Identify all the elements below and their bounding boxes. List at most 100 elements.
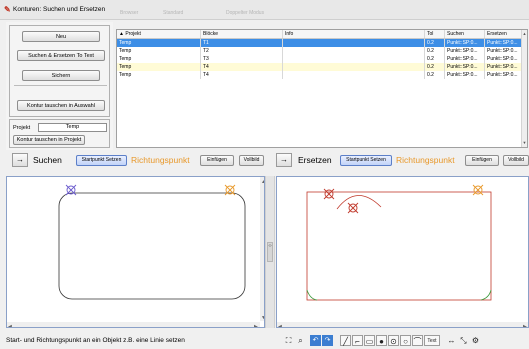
scroll-up-icon[interactable]: ▲ bbox=[522, 31, 527, 36]
table-row[interactable]: Temp T2 0.2 Punkt::SP:0... Punkt::SP:0..… bbox=[117, 47, 527, 55]
ersetzen-corner-br bbox=[480, 289, 492, 301]
ersetzen-arrow-button[interactable]: → bbox=[276, 153, 292, 167]
col-info[interactable]: Info bbox=[283, 30, 425, 38]
table-row[interactable]: Temp T3 0.2 Punkt::SP:0... Punkt::SP:0..… bbox=[117, 55, 527, 63]
table-row[interactable]: Temp T1 0.2 Punkt::SP:0... Punkt::SP:0..… bbox=[117, 39, 527, 47]
cell-suchen: Punkt::SP:0... bbox=[445, 63, 485, 71]
tool-icon: ✎ bbox=[4, 5, 11, 14]
cell-ersetzen: Punkt::SP:0... bbox=[485, 71, 523, 79]
suchen-ersetzen-to-text-button[interactable]: Suchen & Ersetzen To Text bbox=[17, 50, 105, 61]
splitter[interactable]: ‹› bbox=[265, 176, 275, 328]
cell-suchen: Punkt::SP:0... bbox=[445, 39, 485, 47]
startpunkt-marker-icon bbox=[65, 184, 77, 196]
cell-bloecke: T3 bbox=[201, 55, 283, 63]
col-ersetzen[interactable]: Ersetzen bbox=[485, 30, 523, 38]
richtungspunkt-marker-icon bbox=[347, 202, 359, 214]
projekt-input[interactable]: Temp bbox=[38, 123, 107, 132]
cell-suchen: Punkt::SP:0... bbox=[445, 71, 485, 79]
suchen-einfuegen-button[interactable]: Einfügen bbox=[200, 155, 234, 166]
cell-tol: 0.2 bbox=[425, 47, 445, 55]
scroll-down-icon[interactable]: ▼ bbox=[522, 140, 527, 145]
line-icon[interactable]: ╱ bbox=[340, 335, 351, 346]
select-icon[interactable]: ⤡ bbox=[458, 335, 469, 346]
ersetzen-startpunkt-button[interactable]: Startpunkt Setzen bbox=[340, 155, 392, 166]
suchen-richtungspunkt-label[interactable]: Richtungspunkt bbox=[131, 155, 190, 166]
scroll-left-icon[interactable]: ◀ bbox=[278, 324, 282, 328]
cell-tol: 0.2 bbox=[425, 63, 445, 71]
arc-icon[interactable]: ⌒ bbox=[412, 335, 423, 346]
table-row[interactable]: Temp T4 0.2 Punkt::SP:0... Punkt::SP:0..… bbox=[117, 63, 527, 71]
circle-point-icon[interactable]: ⊙ bbox=[388, 335, 399, 346]
kontur-tauschen-projekt-button[interactable]: Kontur tauschen in Projekt bbox=[13, 135, 85, 145]
zoom-icon[interactable]: ⌕ bbox=[295, 335, 306, 346]
faded-standard: Standard bbox=[163, 10, 184, 16]
redo-icon[interactable]: ↷ bbox=[322, 335, 333, 346]
results-table[interactable]: ▲ Projekt Blöcke Info Tol Suchen Ersetze… bbox=[116, 29, 528, 148]
kontur-tauschen-auswahl-button[interactable]: Kontur tauschen in Auswahl bbox=[17, 100, 105, 111]
suchen-hscroll[interactable] bbox=[7, 322, 260, 328]
ersetzen-einfuegen-button[interactable]: Einfügen bbox=[465, 155, 499, 166]
scroll-left-icon[interactable]: ◀ bbox=[8, 324, 12, 328]
ersetzen-contour bbox=[306, 191, 492, 301]
ersetzen-corner-bl bbox=[306, 289, 318, 301]
cell-info bbox=[283, 71, 425, 79]
settings-icon[interactable]: ⚙ bbox=[470, 335, 481, 346]
faded-browser: Browser bbox=[120, 10, 139, 16]
projekt-group: Projekt Temp Kontur tauschen in Projekt bbox=[9, 119, 110, 148]
cell-ersetzen: Punkt::SP:0... bbox=[485, 63, 523, 71]
ersetzen-canvas[interactable]: ◀ ▶ bbox=[276, 176, 529, 328]
circle-icon[interactable]: ○ bbox=[400, 335, 411, 346]
col-bloecke[interactable]: Blöcke bbox=[201, 30, 283, 38]
polyline-icon[interactable]: ⌐ bbox=[352, 335, 363, 346]
cell-suchen: Punkt::SP:0... bbox=[445, 47, 485, 55]
cell-projekt: Temp bbox=[117, 39, 201, 47]
point-icon[interactable]: ● bbox=[376, 335, 387, 346]
ersetzen-drawing: ◀ ▶ bbox=[277, 184, 529, 328]
suchen-vollbild-button[interactable]: Vollbild bbox=[239, 155, 264, 166]
suchen-startpunkt-button[interactable]: Startpunkt Setzen bbox=[76, 155, 127, 166]
scroll-right-icon[interactable]: ▶ bbox=[254, 324, 258, 328]
col-tol[interactable]: Tol bbox=[425, 30, 445, 38]
cell-ersetzen: Punkt::SP:0... bbox=[485, 47, 523, 55]
ersetzen-hscroll[interactable] bbox=[277, 322, 529, 328]
cell-projekt: Temp bbox=[117, 47, 201, 55]
action-group: Neu Suchen & Ersetzen To Text Sichern Ko… bbox=[9, 25, 110, 117]
left-panel: Neu Suchen & Ersetzen To Text Sichern Ko… bbox=[6, 22, 113, 150]
end-marker-icon bbox=[472, 184, 484, 196]
cell-bloecke: T2 bbox=[201, 47, 283, 55]
zoom-fit-icon[interactable]: ⛶ bbox=[283, 335, 294, 346]
cell-projekt: Temp bbox=[117, 71, 201, 79]
neu-button[interactable]: Neu bbox=[22, 31, 100, 42]
suchen-canvas[interactable]: ▲ ▼ ◀ ▶ bbox=[6, 176, 265, 328]
splitter-grip-icon[interactable]: ‹› bbox=[267, 242, 273, 262]
cell-info bbox=[283, 39, 425, 47]
cell-bloecke: T1 bbox=[201, 39, 283, 47]
cell-ersetzen: Punkt::SP:0... bbox=[485, 39, 523, 47]
table-row[interactable]: Temp T4 0.2 Punkt::SP:0... Punkt::SP:0..… bbox=[117, 71, 527, 79]
suchen-arrow-button[interactable]: → bbox=[12, 153, 28, 167]
scroll-right-icon[interactable]: ▶ bbox=[523, 324, 527, 328]
title-bar: ✎ Konturen: Suchen und Ersetzen Browser … bbox=[0, 0, 529, 20]
divider bbox=[14, 85, 107, 86]
cell-info bbox=[283, 55, 425, 63]
move-icon[interactable]: ↔ bbox=[446, 335, 457, 346]
ersetzen-richtungspunkt-label[interactable]: Richtungspunkt bbox=[396, 155, 455, 166]
suchen-drawing: ▲ ▼ ◀ ▶ bbox=[7, 177, 264, 328]
col-projekt[interactable]: ▲ Projekt bbox=[117, 30, 201, 38]
startpunkt-marker-icon bbox=[323, 188, 335, 200]
cell-projekt: Temp bbox=[117, 55, 201, 63]
col-suchen[interactable]: Suchen bbox=[445, 30, 485, 38]
cell-bloecke: T4 bbox=[201, 71, 283, 79]
ersetzen-toolbar: → Ersetzen Startpunkt Setzen Richtungspu… bbox=[276, 153, 529, 171]
status-text: Start- und Richtungspunkt an ein Objekt … bbox=[6, 337, 185, 344]
text-icon[interactable]: Text bbox=[424, 335, 440, 346]
ersetzen-vollbild-button[interactable]: Vollbild bbox=[503, 155, 529, 166]
cell-bloecke: T4 bbox=[201, 63, 283, 71]
undo-icon[interactable]: ↶ bbox=[310, 335, 321, 346]
table-header: ▲ Projekt Blöcke Info Tol Suchen Ersetze… bbox=[117, 30, 527, 39]
cell-suchen: Punkt::SP:0... bbox=[445, 55, 485, 63]
table-scrollbar[interactable]: ▲ ▼ bbox=[521, 30, 527, 147]
rectangle-icon[interactable]: ▭ bbox=[364, 335, 375, 346]
cell-tol: 0.2 bbox=[425, 39, 445, 47]
sichern-button[interactable]: Sichern bbox=[22, 70, 100, 81]
